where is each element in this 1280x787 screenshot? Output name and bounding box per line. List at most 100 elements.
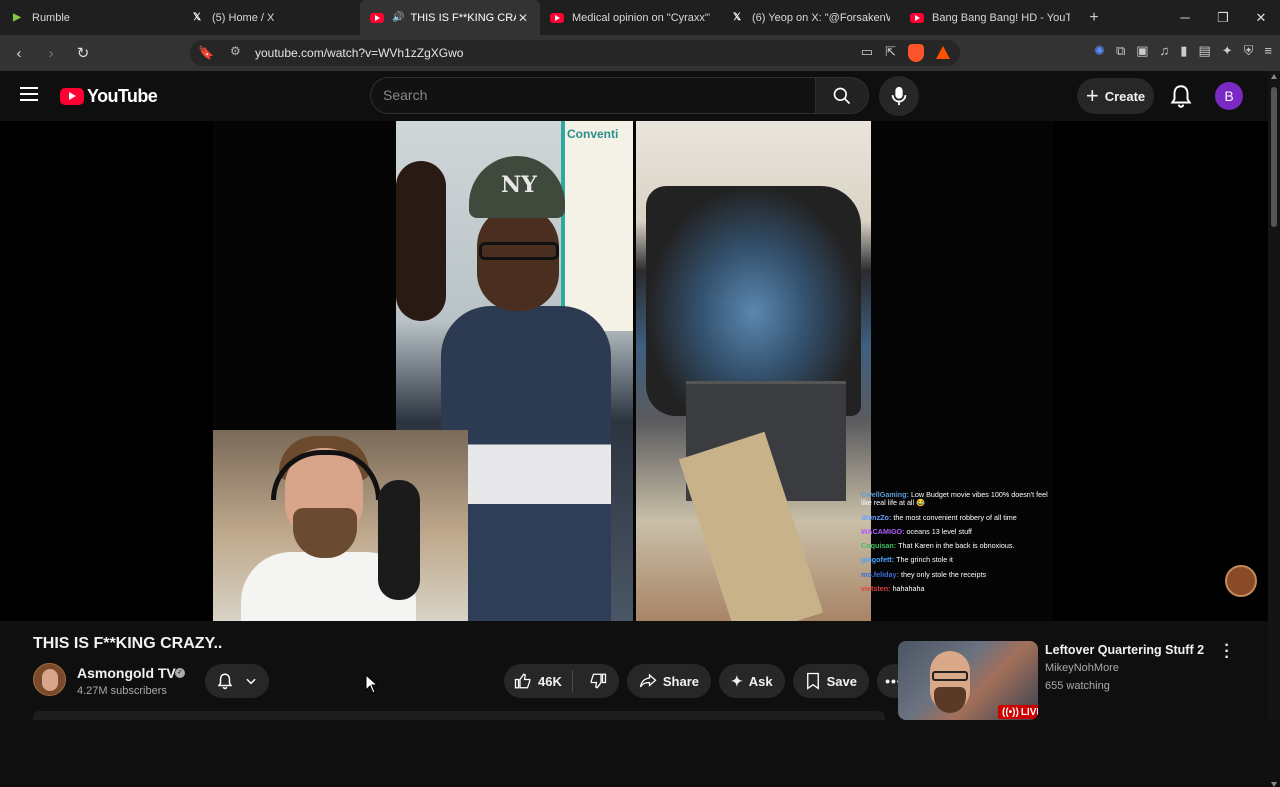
scroll-up-arrow-icon[interactable] (1271, 74, 1277, 79)
tab-title: Bang Bang Bang! HD - YouTube (932, 11, 1070, 24)
stream-chat-overlay: CwellGaming: Low Budget movie vibes 100% … (861, 490, 1051, 599)
restore-icon[interactable]: ❐ (1204, 0, 1242, 35)
description-box-edge[interactable] (33, 711, 885, 720)
youtube-play-icon (60, 88, 84, 105)
chat-text: That Karen in the back is obnoxious. (898, 541, 1015, 551)
chevron-down-icon (246, 678, 256, 685)
chat-username: vietsten: (861, 583, 891, 593)
hamburger-menu-icon[interactable] (20, 87, 38, 101)
microphone-icon (891, 86, 907, 106)
notifications-bell-icon[interactable] (1168, 83, 1194, 109)
rumble-icon: ▶ (13, 12, 21, 23)
like-button[interactable]: 46K (504, 670, 573, 692)
media-icon[interactable]: ♫ (1160, 43, 1170, 59)
video-player[interactable]: Conventi CwellGaming:Low Budget movie vi… (0, 121, 1268, 621)
voice-search-button[interactable] (879, 76, 919, 116)
url-text[interactable]: youtube.com/watch?v=WVh1zZgXGwo (255, 46, 463, 60)
search-box[interactable] (370, 77, 816, 114)
share-button[interactable]: Share (626, 664, 711, 698)
new-tab-button[interactable]: + (1080, 9, 1108, 27)
page-scrollbar[interactable] (1268, 71, 1280, 787)
brave-shields-icon[interactable] (908, 44, 924, 62)
tab-title: (5) Home / X (212, 11, 275, 24)
bookmark-save-icon (806, 672, 819, 690)
chat-username: WACAMIGO: (861, 526, 905, 536)
vpn-icon[interactable]: ✺ (1094, 43, 1105, 59)
chat-message: iBenzZo: the most convenient robbery of a… (861, 512, 1051, 522)
bell-icon (217, 673, 233, 690)
channel-avatar[interactable] (33, 663, 66, 696)
floating-profile-avatar[interactable] (1225, 565, 1257, 597)
scrollbar-thumb[interactable] (1271, 87, 1277, 227)
more-vertical-icon[interactable]: · · · (1220, 638, 1234, 666)
site-info-icon[interactable]: ⚙ (230, 44, 241, 58)
close-window-icon[interactable]: ✕ (1242, 0, 1280, 35)
chat-text: the most convenient robbery of all time (893, 512, 1017, 522)
thumbs-up-icon (514, 673, 531, 689)
bookmark-icon[interactable]: 🔖 (198, 45, 214, 61)
ask-button[interactable]: ✦ Ask (719, 664, 785, 698)
yankees-cap (469, 156, 565, 218)
chat-username: mo.feliday: (861, 569, 899, 579)
recommended-video-title[interactable]: Leftover Quartering Stuff 2 (1045, 643, 1204, 657)
save-label: Save (826, 673, 857, 689)
address-bar-icons: ▭ ⇱ (861, 44, 950, 62)
chat-message: WACAMIGO: oceans 13 level stuff (861, 526, 1051, 536)
tab-x-home[interactable]: 𝕏 (5) Home / X (180, 0, 360, 35)
browser-toolbar: ‹ › ↻ 🔖 ⚙ youtube.com/watch?v=WVh1zZgXGw… (0, 35, 1280, 71)
extensions-bar: ✺ ⧉ ▣ ♫ ▮ ▤ ✦ ⛨ ≡ (1094, 43, 1272, 59)
youtube-icon (910, 11, 924, 25)
recommended-channel-name[interactable]: MikeyNohMore (1045, 662, 1119, 674)
forward-icon[interactable]: › (38, 40, 64, 66)
leo-ai-icon[interactable]: ✦ (1222, 43, 1233, 59)
youtube-icon (370, 11, 384, 25)
video-frame: Conventi CwellGaming:Low Budget movie vi… (213, 121, 1053, 621)
tab-youtube-bangbang[interactable]: Bang Bang Bang! HD - YouTube (900, 0, 1080, 35)
x-icon: 𝕏 (732, 12, 742, 23)
address-bar[interactable]: 🔖 ⚙ youtube.com/watch?v=WVh1zZgXGwo ▭ ⇱ (190, 40, 960, 66)
youtube-wordmark: YouTube (87, 86, 158, 106)
channel-name[interactable]: Asmongold TV (77, 665, 176, 681)
cast-icon[interactable]: ▭ (861, 44, 873, 62)
tab-youtube-active[interactable]: 🔊 THIS IS F**KING CRAZY.. ✕ (360, 0, 540, 35)
sidebar-icon[interactable]: ▮ (1180, 43, 1187, 59)
extensions-icon[interactable]: ⧉ (1116, 43, 1125, 59)
chat-text: they only stole the receipts (900, 569, 987, 579)
video-scene-right (636, 121, 871, 621)
back-icon[interactable]: ‹ (6, 40, 32, 66)
reload-icon[interactable]: ↻ (70, 40, 96, 66)
wallet-icon[interactable]: ▤ (1198, 43, 1210, 59)
subscription-notifications-button[interactable] (205, 664, 269, 698)
share-icon[interactable]: ⇱ (885, 44, 896, 62)
search-button[interactable] (815, 77, 869, 114)
reading-list-icon[interactable]: ▣ (1136, 43, 1148, 59)
create-button[interactable]: + Create (1077, 78, 1154, 114)
share-label: Share (662, 673, 699, 689)
account-avatar[interactable]: B (1215, 82, 1243, 110)
dislike-button[interactable] (579, 672, 619, 690)
tab-rumble[interactable]: ▶ Rumble (0, 0, 180, 35)
recommended-video-thumbnail[interactable]: ((•))LIVE (898, 641, 1038, 720)
search-input[interactable] (383, 87, 803, 103)
sparkle-icon: ✦ (731, 672, 743, 689)
chat-message: mo.feliday: they only stole the receipts (861, 569, 1051, 579)
close-tab-icon[interactable]: ✕ (516, 11, 530, 25)
student-glasses (479, 242, 559, 260)
avatar-letter: B (1224, 88, 1234, 104)
streamer-beard (293, 508, 357, 558)
minimize-icon[interactable]: ─ (1166, 0, 1204, 35)
thumbnail-beard (934, 687, 966, 713)
scroll-down-arrow-icon[interactable] (1271, 782, 1277, 787)
browser-tab-strip: ▶ Rumble 𝕏 (5) Home / X 🔊 THIS IS F**KIN… (0, 0, 1280, 35)
like-dislike-group: 46K (504, 664, 619, 698)
tab-title: Rumble (32, 11, 70, 24)
youtube-logo[interactable]: YouTube (60, 86, 158, 107)
brave-rewards-icon[interactable] (936, 46, 950, 59)
vpn-shield-icon[interactable]: ⛨ (1244, 43, 1254, 59)
video-title: THIS IS F**KING CRAZY.. (33, 635, 223, 652)
tab-x-yeop[interactable]: 𝕏 (6) Yeop on X: "@ForsakenWan (720, 0, 900, 35)
save-button[interactable]: Save (792, 664, 869, 698)
menu-icon[interactable]: ≡ (1264, 43, 1272, 59)
tab-youtube-medical[interactable]: Medical opinion on "Cyraxx"'s m (540, 0, 720, 35)
audio-playing-icon[interactable]: 🔊 (392, 12, 404, 23)
